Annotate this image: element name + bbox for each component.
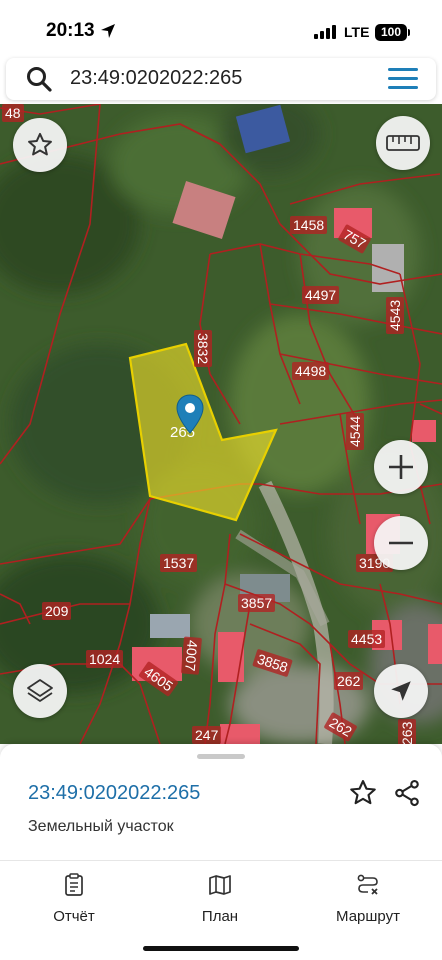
signal-icon	[314, 25, 336, 39]
status-bar: 20:13 LTE 100	[0, 0, 442, 56]
cadastral-number: 23:49:0202022:265	[28, 782, 201, 804]
star-icon[interactable]	[348, 778, 378, 808]
parcel-label[interactable]: 4544	[346, 412, 364, 450]
map-pin-icon[interactable]	[176, 394, 204, 434]
battery-tip	[408, 29, 410, 36]
home-indicator[interactable]	[143, 946, 299, 951]
my-location-button[interactable]	[374, 664, 428, 718]
network-type: LTE	[344, 24, 370, 40]
ruler-icon	[386, 135, 420, 151]
object-type: Земельный участок	[28, 818, 174, 835]
parcel-label[interactable]: 262	[334, 672, 364, 690]
tab-label: Маршрут	[336, 908, 400, 925]
star-icon	[28, 132, 52, 156]
parcel-label[interactable]: 247	[192, 726, 222, 744]
status-time: 20:13	[46, 20, 95, 41]
battery-icon: 100	[375, 24, 407, 41]
parcel-label[interactable]: 4498	[292, 362, 330, 380]
report-icon	[65, 873, 83, 896]
parcel-label[interactable]: 3832	[194, 330, 212, 368]
share-icon[interactable]	[392, 778, 422, 808]
parcel-label[interactable]: 209	[42, 602, 72, 620]
parcel-label[interactable]: 263	[398, 718, 416, 744]
tab-report[interactable]: Отчёт	[14, 873, 134, 925]
sheet-handle[interactable]	[197, 754, 245, 759]
parcel-info-sheet[interactable]: 23:49:0202022:265 Земельный участок	[0, 744, 442, 860]
search-input[interactable]: 23:49:0202022:265	[70, 67, 242, 90]
favorite-button[interactable]	[13, 118, 67, 172]
ruler-button[interactable]	[376, 116, 430, 170]
parcel-label[interactable]: 4453	[348, 630, 386, 648]
search-icon[interactable]	[26, 66, 52, 92]
parcel-label[interactable]: 1537	[160, 554, 198, 572]
route-icon	[357, 874, 378, 895]
tab-plan[interactable]: План	[160, 873, 280, 925]
tab-route[interactable]: Маршрут	[308, 873, 428, 925]
parcel-label[interactable]: 4543	[386, 296, 404, 334]
layers-button[interactable]	[13, 664, 67, 718]
minus-icon	[389, 541, 413, 545]
layers-icon	[27, 679, 53, 702]
map-view[interactable]: 48 1458 757 4497 4543 3832 4498 4544 153…	[0, 104, 442, 744]
parcel-label[interactable]: 3857	[238, 594, 276, 612]
tab-label: Отчёт	[53, 908, 95, 925]
hamburger-menu-icon[interactable]	[388, 68, 418, 90]
parcel-label[interactable]: 48	[2, 104, 24, 122]
parcel-label[interactable]: 1024	[86, 650, 124, 668]
parcel-label[interactable]: 1458	[290, 216, 328, 234]
location-arrow-icon	[101, 24, 115, 38]
search-bar[interactable]: 23:49:0202022:265	[6, 58, 436, 100]
bottom-tab-bar: Отчёт План Маршрут	[0, 860, 442, 960]
tab-label: План	[201, 908, 239, 925]
map-plan-icon	[209, 875, 231, 895]
plus-icon	[389, 455, 413, 479]
parcel-label[interactable]: 4007	[180, 636, 202, 676]
satellite-map[interactable]	[0, 104, 442, 744]
zoom-in-button[interactable]	[374, 440, 428, 494]
zoom-out-button[interactable]	[374, 516, 428, 570]
parcel-label[interactable]: 4497	[302, 286, 340, 304]
navigation-arrow-icon	[391, 681, 411, 701]
